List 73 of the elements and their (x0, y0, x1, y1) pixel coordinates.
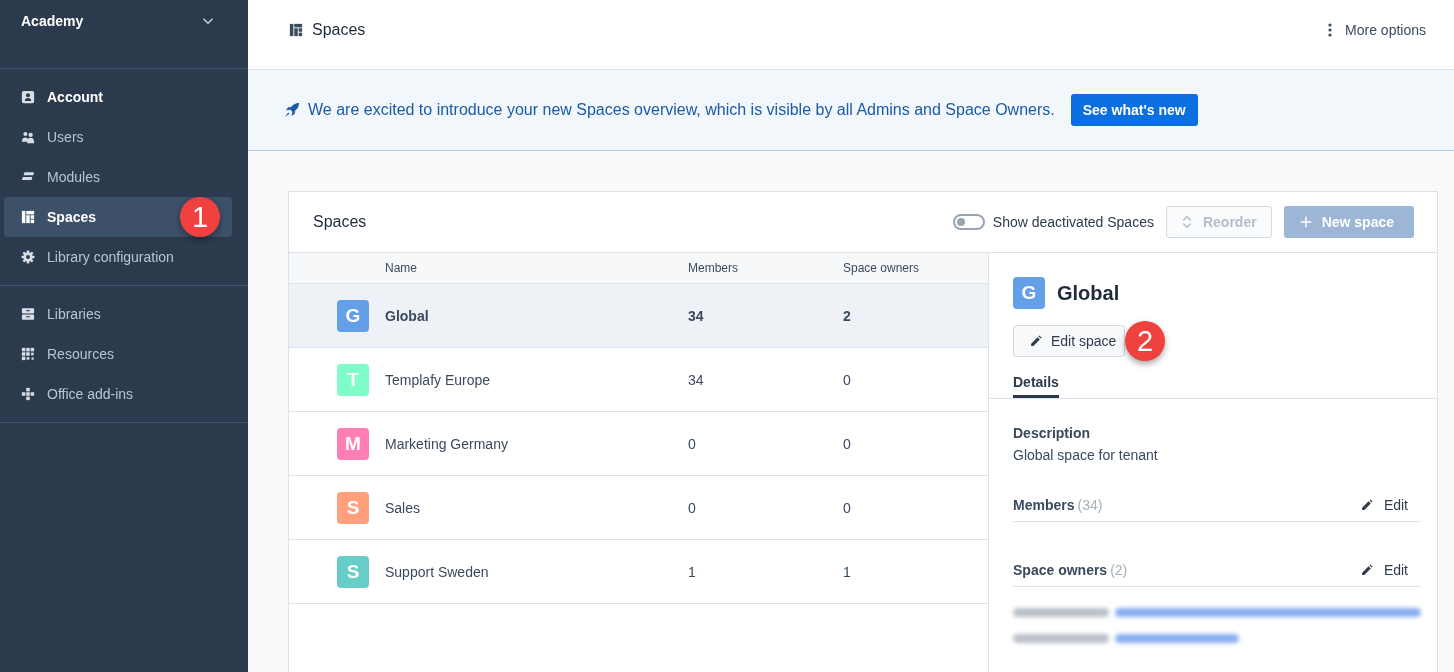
space-avatar: S (337, 555, 369, 588)
page-title: Spaces (312, 20, 366, 40)
plus-blocks-icon (21, 387, 35, 401)
gear-icon (21, 250, 35, 264)
details-tab[interactable]: Details (1013, 374, 1059, 398)
description-text: Global space for tenant (1013, 446, 1159, 464)
description-label: Description (1013, 424, 1091, 442)
banner-message: We are excited to introduce your new Spaces overview, which is visible by all Admins and Space Owners. (308, 101, 1055, 119)
space-name: Global (385, 307, 430, 324)
people-icon (21, 130, 35, 144)
section-label: Space owners (1013, 562, 1108, 578)
edit-space-button[interactable]: Edit space (1013, 325, 1125, 357)
space-name: Templafy Europe (385, 371, 492, 388)
space-avatar: S (337, 491, 369, 524)
sidebar-item[interactable]: Account (4, 77, 232, 117)
grid-icon (21, 347, 35, 361)
sidebar-item[interactable]: Libraries (4, 294, 232, 334)
plus-icon (1299, 216, 1312, 228)
toggle-switch[interactable] (952, 214, 985, 230)
layout-icon (21, 210, 35, 224)
space-avatar: G (337, 299, 369, 332)
edit-button[interactable]: Edit (1360, 562, 1408, 578)
space-name: Support Sweden (385, 563, 490, 580)
space-owners-cell: 0 (843, 499, 851, 516)
archive-box-icon (21, 307, 35, 321)
table-row[interactable]: S Sales 0 0 (289, 476, 988, 540)
table-row[interactable]: S Support Sweden 1 1 (289, 540, 988, 604)
layout-icon (289, 23, 303, 37)
step-badge: 1 (180, 197, 220, 237)
column-header: Members (688, 261, 739, 275)
space-avatar: M (337, 427, 369, 460)
table-row[interactable]: M Marketing Germany 0 0 (289, 412, 988, 476)
space-avatar: G (1013, 277, 1045, 309)
more-options-button[interactable]: More options (1328, 20, 1426, 40)
sidebar-item[interactable]: Users (4, 117, 232, 157)
pencil-icon (1360, 499, 1373, 511)
members-cell-text: 34 (688, 307, 705, 324)
sidebar-item[interactable]: Library configuration (4, 237, 232, 277)
space-owners-cell: 2 (843, 307, 851, 324)
members-cell-text: 0 (688, 435, 697, 452)
table-row[interactable]: G Global 34 2 (289, 284, 988, 348)
members-cell-text: 34 (688, 371, 705, 388)
step-badge: 2 (1125, 321, 1165, 361)
more-icon (1328, 23, 1333, 37)
section-label: Members (1013, 497, 1075, 513)
members-cell-text: 0 (688, 499, 697, 516)
rocket-icon (284, 102, 300, 118)
edit-button[interactable]: Edit (1360, 497, 1408, 513)
section-count: (34) (1077, 497, 1103, 513)
sidebar-item[interactable]: Modules (4, 157, 232, 197)
space-avatar: T (337, 363, 369, 396)
panel-title: Spaces (313, 213, 367, 231)
person-card-icon (21, 90, 35, 104)
see-whats-new-button[interactable]: See what's new (1070, 94, 1198, 126)
space-owners-cell: 0 (843, 371, 851, 388)
pencil-icon (1030, 335, 1042, 347)
workspace-name: Academy (21, 13, 84, 29)
members-cell-text: 1 (688, 563, 697, 580)
table-row[interactable]: T Templafy Europe 34 0 (289, 348, 988, 412)
space-name: Marketing Germany (385, 435, 509, 452)
toggle-label: Show deactivated Spaces (992, 214, 1154, 230)
column-header: Name (385, 261, 418, 275)
column-header: Space owners (843, 261, 920, 275)
sidebar-item[interactable]: Spaces 1 (4, 197, 232, 237)
space-title: Global (1057, 281, 1120, 305)
space-owners-cell: 0 (843, 435, 851, 452)
space-name: Sales (385, 499, 422, 516)
space-owners-cell: 1 (843, 563, 851, 580)
sidebar-item[interactable]: Resources (4, 334, 232, 374)
up-down-chevrons-icon (1180, 216, 1193, 228)
section-count: (2) (1110, 562, 1128, 578)
pencil-icon (1360, 564, 1373, 576)
sidebar-item[interactable]: Office add-ins (4, 374, 232, 414)
